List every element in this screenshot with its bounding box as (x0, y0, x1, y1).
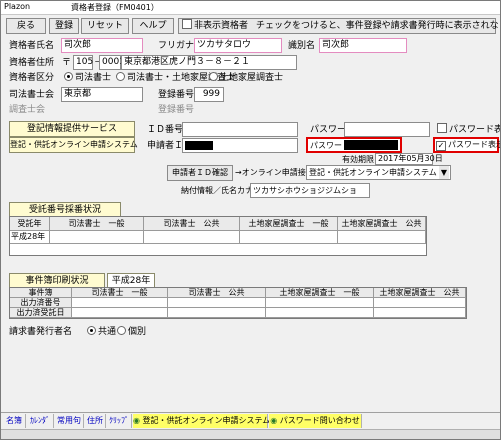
tab-phrases[interactable]: 常用句 (55, 414, 84, 428)
bottom-tab-bar: 名簿 ｶﾚﾝﾀﾞ 常用句 住所 ｸﾘｯﾌﾟ ◉ 登記・供託オンライン申請システム… (1, 412, 500, 428)
masked-value (344, 140, 398, 150)
id-label: ＩＤ番号 (147, 125, 184, 135)
radio-icon (117, 326, 126, 335)
intake-cell[interactable] (338, 231, 426, 244)
name-label: 資格者氏名 (9, 41, 55, 51)
ledger-header-cell: 土地家屋調査士 公共 (374, 288, 466, 298)
show-password2-option[interactable]: ✓ パスワード表示 (433, 137, 500, 153)
register-button[interactable]: 登録 (49, 18, 79, 34)
ledger-table: 事件簿 司法書士 一般 司法書士 公共 土地家屋調査士 一般 土地家屋調査士 公… (9, 287, 467, 319)
tab-meibo[interactable]: 名簿 (3, 414, 26, 428)
status-bar (1, 429, 500, 439)
target-select[interactable]: 登記・供託オンライン申請システム ▼ (306, 165, 451, 180)
checkbox-icon (437, 123, 447, 133)
intake-cell[interactable] (144, 231, 240, 244)
radio-icon (209, 72, 218, 81)
ledger-row-label: 出力済番号 (10, 298, 72, 308)
reset-button[interactable]: リセット (81, 18, 129, 34)
zip2-input[interactable]: 0001 (99, 55, 125, 70)
service2-button[interactable]: 登記・供託オンライン申請システム (9, 137, 138, 153)
intake-cell[interactable] (240, 231, 338, 244)
intake-header-cell: 土地家屋調査士 一般 (240, 217, 338, 231)
main-window: Plazon 資格者登録（FM0401） 戻る 登録 リセット ヘルプ 非表示資… (0, 0, 501, 440)
payment-input[interactable]: ツカサシホウショジジムショ (250, 183, 370, 198)
checkbox-checked-icon: ✓ (436, 141, 446, 151)
password2-input[interactable]: パスワード (306, 137, 402, 153)
category-option-shihou[interactable]: 司法書士 (64, 71, 111, 85)
applicant-id-input[interactable] (182, 138, 298, 153)
title-bar: Plazon 資格者登録（FM0401） (1, 1, 500, 15)
ledger-cell[interactable] (266, 298, 374, 308)
chevron-down-icon[interactable]: ▼ (439, 166, 449, 179)
ledger-cell[interactable] (72, 308, 168, 318)
back-button[interactable]: 戻る (6, 18, 46, 34)
ledger-header-cell: 司法書士 公共 (168, 288, 266, 298)
intake-cell: 平成28年 (10, 231, 50, 244)
ledger-cell[interactable] (266, 308, 374, 318)
ledger-cell[interactable] (168, 308, 266, 318)
ledger-header-cell: 事件簿 (10, 288, 72, 298)
ledger-cell[interactable] (72, 298, 168, 308)
hide-label: 非表示資格者 (194, 21, 249, 31)
help-button[interactable]: ヘルプ (132, 18, 174, 34)
address-label: 資格者住所 (9, 58, 55, 68)
payment-label: 納付情報／氏名カナ (181, 186, 253, 195)
intake-header-cell: 司法書士 公共 (144, 217, 240, 231)
seal-input[interactable]: 司次郎 (319, 38, 407, 53)
hide-option: 非表示資格者チェックをつけると、事件登録や請求書発行時に表示されなくなります (178, 18, 500, 34)
app-name: Plazon (4, 2, 31, 11)
intake-header-cell: 司法書士 一般 (50, 217, 144, 231)
tab-clip[interactable]: ｸﾘｯﾌﾟ (107, 414, 132, 428)
kana-label: フリガナ (158, 41, 195, 51)
intake-header-cell: 土地家屋調査士 公共 (338, 217, 426, 231)
ledger-cell[interactable] (374, 308, 466, 318)
zip-mark: 〒 (62, 58, 72, 68)
confirm-id-button[interactable]: 申請者ＩＤ確認 (167, 165, 233, 181)
tab-password-inquiry[interactable]: ◉ パスワード問い合わせ (269, 414, 362, 428)
tab-address[interactable]: 住所 (85, 414, 106, 428)
password-input[interactable] (344, 122, 430, 137)
window-title: 資格者登録（FM0401） (71, 3, 159, 12)
radio-icon (116, 72, 125, 81)
globe-icon: ◉ (133, 416, 140, 425)
reg-input[interactable]: 999 (194, 87, 224, 102)
reg-label: 登録番号 (158, 90, 195, 100)
hide-checkbox[interactable] (182, 19, 192, 29)
globe-icon: ◉ (270, 416, 278, 425)
intake-header-cell: 受託年 (10, 217, 50, 231)
kana-input[interactable]: ツカサタロウ (194, 38, 282, 53)
seal-label: 識別名 (288, 41, 316, 51)
tab-calendar[interactable]: ｶﾚﾝﾀﾞ (27, 414, 54, 428)
category-option-chousa[interactable]: 土地家屋調査士 (209, 71, 283, 85)
ledger-cell[interactable] (168, 298, 266, 308)
tab-online-system[interactable]: ◉ 登記・供託オンライン申請システム (133, 414, 270, 428)
invoice-option-individual[interactable]: 個別 (117, 325, 146, 339)
intake-cell[interactable] (50, 231, 144, 244)
intake-table: 受託年 司法書士 一般 司法書士 公共 土地家屋調査士 一般 土地家屋調査士 公… (9, 216, 427, 256)
ledger-header-cell: 司法書士 一般 (72, 288, 168, 298)
chousa-label: 調査士会 (9, 105, 46, 115)
category-label: 資格者区分 (9, 73, 55, 83)
hide-note: チェックをつけると、事件登録や請求書発行時に表示されなくなります (256, 21, 500, 31)
shihou-label: 司法書士会 (9, 90, 55, 100)
ledger-cell[interactable] (374, 298, 466, 308)
address-input[interactable]: 東京都港区虎ノ門３－８－２１ (121, 55, 297, 70)
masked-value (185, 141, 213, 150)
ledger-row-label: 出力済受託日 (10, 308, 72, 318)
ledger-header-cell: 土地家屋調査士 一般 (266, 288, 374, 298)
zip1-input[interactable]: 105 (73, 55, 93, 70)
id-input[interactable] (182, 122, 298, 137)
radio-icon (87, 326, 96, 335)
service1-button[interactable]: 登記情報提供サービス (9, 121, 135, 137)
show-password-option[interactable]: パスワード表示 (437, 123, 500, 137)
radio-icon (64, 72, 73, 81)
shihou-input[interactable]: 東京都 (61, 87, 143, 102)
invoice-option-common[interactable]: 共通 (87, 325, 116, 339)
expiry-value: 2017年05月30日 (375, 153, 443, 165)
chousa-reg-label: 登録番号 (158, 105, 195, 115)
name-input[interactable]: 司次郎 (61, 38, 143, 53)
invoice-label: 請求書発行者名 (9, 327, 73, 337)
